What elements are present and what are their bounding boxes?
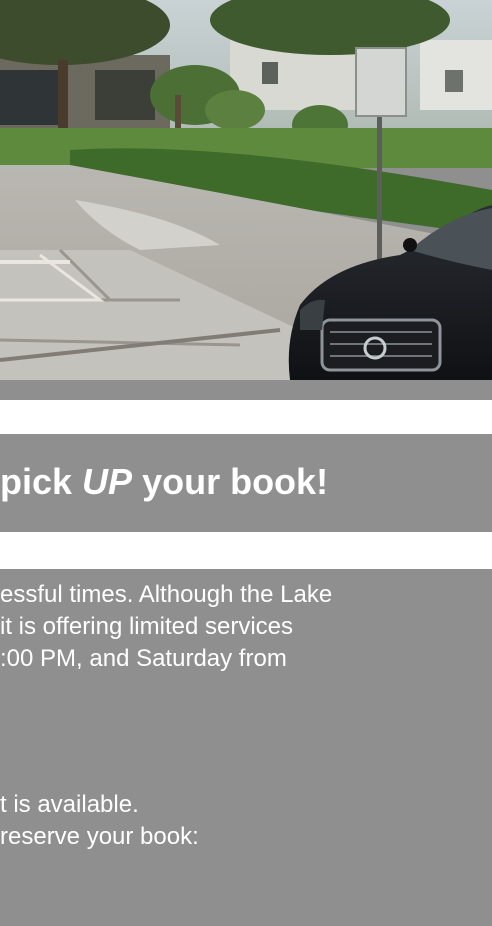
page: pick UP your book! essful times. Althoug… xyxy=(0,0,492,926)
body-text-panel: essful times. Although the Lake it is of… xyxy=(0,569,492,926)
body-paragraph-1: essful times. Although the Lake it is of… xyxy=(0,579,332,675)
heading-banner: pick UP your book! xyxy=(0,434,492,532)
body-paragraph-1-line-2: it is offering limited services xyxy=(0,613,293,640)
street-photo xyxy=(0,0,492,380)
banner-title-em: UP xyxy=(82,461,133,502)
body-paragraph-2-line-2: reserve your book: xyxy=(0,823,199,850)
photo-band xyxy=(0,0,492,400)
banner-title-prefix: pick xyxy=(0,461,83,502)
body-paragraph-2-line-1: t is available. xyxy=(0,791,139,818)
banner-title: pick UP your book! xyxy=(0,460,328,504)
banner-title-suffix: your book! xyxy=(132,461,329,502)
street-photo-icon xyxy=(0,0,492,380)
body-paragraph-1-line-1: essful times. Although the Lake xyxy=(0,581,333,608)
body-paragraph-1-line-3: :00 PM, and Saturday from xyxy=(0,645,287,672)
body-paragraph-2: t is available. reserve your book: xyxy=(0,789,199,853)
